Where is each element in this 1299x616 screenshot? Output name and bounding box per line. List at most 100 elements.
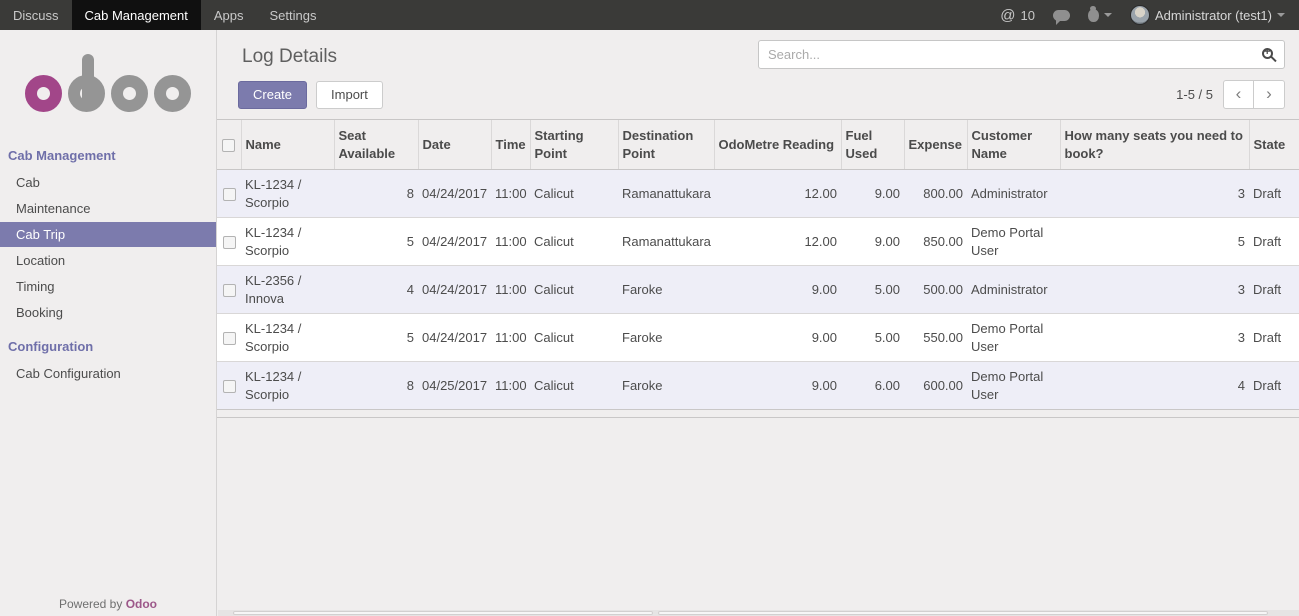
cell-date[interactable]: 04/24/2017 — [418, 217, 491, 266]
cell-name[interactable]: KL-2356 / Innova — [241, 265, 334, 314]
sidebar-item-maintenance[interactable]: Maintenance — [0, 196, 216, 221]
cell-expense[interactable]: 850.00 — [904, 217, 967, 266]
cell-seats-needed[interactable]: 3 — [1060, 265, 1249, 314]
cell-seats-needed[interactable]: 4 — [1060, 361, 1249, 410]
cell-state[interactable]: Draft — [1249, 217, 1299, 266]
cell-fuel-used[interactable]: 9.00 — [841, 217, 904, 266]
cell-starting-point[interactable]: Calicut — [530, 313, 618, 362]
cell-customer-name[interactable]: Demo Portal User — [967, 217, 1060, 266]
cell-expense[interactable]: 800.00 — [904, 170, 967, 218]
cell-seats-needed[interactable]: 3 — [1060, 170, 1249, 218]
table-row[interactable]: KL-1234 / Scorpio 5 04/24/2017 11:00 Calicut… — [217, 313, 1299, 362]
cell-name[interactable]: KL-1234 / Scorpio — [241, 361, 334, 410]
nav-item-discuss[interactable]: Discuss — [0, 0, 72, 30]
cell-starting-point[interactable]: Calicut — [530, 170, 618, 218]
cell-expense[interactable]: 500.00 — [904, 265, 967, 314]
messages-icon[interactable] — [1052, 9, 1070, 25]
col-header-seats-needed[interactable]: How many seats you need to book? — [1059, 119, 1249, 170]
nav-item-cab-management[interactable]: Cab Management — [71, 0, 201, 30]
cell-destination-point[interactable]: Ramanattukara — [618, 217, 714, 266]
cell-seat-available[interactable]: 5 — [334, 217, 418, 266]
search-magnifier-icon[interactable] — [1262, 46, 1273, 59]
cell-fuel-used[interactable]: 5.00 — [841, 313, 904, 362]
scrollbar-thumb[interactable] — [658, 611, 1268, 615]
sidebar-item-cab-trip[interactable]: Cab Trip — [0, 222, 216, 247]
cell-name[interactable]: KL-1234 / Scorpio — [241, 217, 334, 266]
cell-customer-name[interactable]: Administrator — [967, 265, 1060, 314]
cell-time[interactable]: 11:00 — [491, 361, 530, 410]
cell-starting-point[interactable]: Calicut — [530, 361, 618, 410]
cell-destination-point[interactable]: Faroke — [618, 313, 714, 362]
cell-date[interactable]: 04/25/2017 — [418, 361, 491, 410]
table-row[interactable]: KL-1234 / Scorpio 8 04/24/2017 11:00 Calicut… — [217, 169, 1299, 218]
cell-time[interactable]: 11:00 — [491, 170, 530, 218]
cell-date[interactable]: 04/24/2017 — [418, 170, 491, 218]
cell-seat-available[interactable]: 4 — [334, 265, 418, 314]
col-header-date[interactable]: Date — [417, 119, 491, 170]
nav-item-apps[interactable]: Apps — [201, 0, 257, 30]
sidebar-item-location[interactable]: Location — [0, 248, 216, 273]
cell-seats-needed[interactable]: 3 — [1060, 313, 1249, 362]
col-header-time[interactable]: Time — [490, 119, 530, 170]
import-button[interactable]: Import — [316, 80, 383, 109]
row-checkbox[interactable] — [222, 380, 236, 394]
col-header-customer-name[interactable]: Customer Name — [966, 119, 1060, 170]
cell-seat-available[interactable]: 5 — [334, 313, 418, 362]
pager-previous-button[interactable]: ‹ — [1223, 80, 1254, 109]
cell-seat-available[interactable]: 8 — [334, 170, 418, 218]
table-row[interactable]: KL-2356 / Innova 4 04/24/2017 11:00 Calicut F… — [217, 265, 1299, 314]
search-input[interactable] — [758, 40, 1285, 69]
cell-seats-needed[interactable]: 5 — [1060, 217, 1249, 266]
cell-time[interactable]: 11:00 — [491, 265, 530, 314]
row-checkbox[interactable] — [222, 235, 236, 249]
cell-time[interactable]: 11:00 — [491, 313, 530, 362]
cell-expense[interactable]: 550.00 — [904, 313, 967, 362]
cell-starting-point[interactable]: Calicut — [530, 265, 618, 314]
cell-starting-point[interactable]: Calicut — [530, 217, 618, 266]
cell-name[interactable]: KL-1234 / Scorpio — [241, 313, 334, 362]
scrollbar-thumb[interactable] — [233, 611, 653, 615]
cell-state[interactable]: Draft — [1249, 361, 1299, 410]
sidebar-item-timing[interactable]: Timing — [0, 274, 216, 299]
col-header-destination-point[interactable]: Destination Point — [617, 119, 714, 170]
row-checkbox[interactable] — [222, 332, 236, 346]
cell-expense[interactable]: 600.00 — [904, 361, 967, 410]
debug-menu[interactable] — [1087, 5, 1112, 22]
cell-fuel-used[interactable]: 6.00 — [841, 361, 904, 410]
row-checkbox[interactable] — [222, 284, 236, 298]
cell-customer-name[interactable]: Demo Portal User — [967, 361, 1060, 410]
odoo-brand-link[interactable]: Odoo — [126, 597, 157, 611]
cell-customer-name[interactable]: Demo Portal User — [967, 313, 1060, 362]
cell-fuel-used[interactable]: 9.00 — [841, 170, 904, 218]
col-header-name[interactable]: Name — [240, 119, 334, 170]
col-header-seat-available[interactable]: Seat Available — [333, 119, 418, 170]
cell-time[interactable]: 11:00 — [491, 217, 530, 266]
cell-fuel-used[interactable]: 5.00 — [841, 265, 904, 314]
cell-date[interactable]: 04/24/2017 — [418, 265, 491, 314]
cell-date[interactable]: 04/24/2017 — [418, 313, 491, 362]
col-header-expense[interactable]: Expense — [903, 119, 967, 170]
sidebar-item-cab[interactable]: Cab — [0, 170, 216, 195]
sidebar-item-cab-configuration[interactable]: Cab Configuration — [0, 361, 216, 386]
cell-name[interactable]: KL-1234 / Scorpio — [241, 170, 334, 218]
create-button[interactable]: Create — [238, 80, 308, 109]
horizontal-scrollbar[interactable] — [218, 610, 1299, 616]
cell-odometre-reading[interactable]: 12.00 — [714, 217, 841, 266]
table-row[interactable]: KL-1234 / Scorpio 8 04/25/2017 11:00 Calicut… — [217, 361, 1299, 410]
cell-destination-point[interactable]: Ramanattukara — [618, 170, 714, 218]
cell-customer-name[interactable]: Administrator — [967, 170, 1060, 218]
col-header-odometre-reading[interactable]: OdoMetre Reading — [713, 119, 841, 170]
cell-seat-available[interactable]: 8 — [334, 361, 418, 410]
row-checkbox[interactable] — [222, 187, 236, 201]
col-header-state[interactable]: State — [1248, 119, 1299, 170]
cell-destination-point[interactable]: Faroke — [618, 361, 714, 410]
table-row[interactable]: KL-1234 / Scorpio 5 04/24/2017 11:00 Calicut… — [217, 217, 1299, 266]
mention-counter[interactable]: @ 10 — [1000, 7, 1035, 24]
sidebar-item-booking[interactable]: Booking — [0, 300, 216, 325]
col-header-fuel-used[interactable]: Fuel Used — [840, 119, 904, 170]
cell-state[interactable]: Draft — [1249, 170, 1299, 218]
nav-item-settings[interactable]: Settings — [257, 0, 330, 30]
cell-odometre-reading[interactable]: 9.00 — [714, 361, 841, 410]
pager-next-button[interactable]: › — [1254, 80, 1285, 109]
cell-destination-point[interactable]: Faroke — [618, 265, 714, 314]
